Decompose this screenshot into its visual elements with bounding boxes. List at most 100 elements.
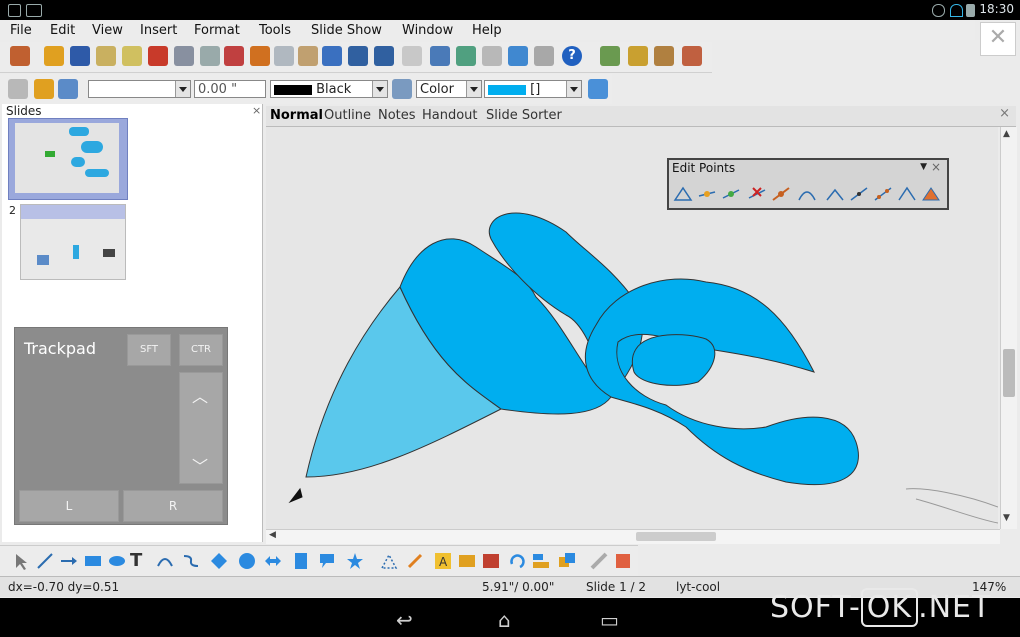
convert-to-curve-icon[interactable] <box>797 184 817 204</box>
insert-points-icon[interactable] <box>721 184 741 204</box>
symbol-shapes-icon[interactable] <box>238 552 256 570</box>
menu-tools[interactable]: Tools <box>259 23 291 38</box>
chart-icon[interactable] <box>430 46 450 66</box>
toggle-3d-icon[interactable] <box>614 552 632 570</box>
delete-points-icon[interactable] <box>747 184 767 204</box>
new-document-icon[interactable] <box>10 46 30 66</box>
freeform-blue-shape[interactable] <box>631 334 716 386</box>
menu-edit[interactable]: Edit <box>50 23 75 38</box>
connector-tool-icon[interactable] <box>182 552 200 570</box>
undo-icon[interactable] <box>348 46 368 66</box>
scrollbar-thumb[interactable] <box>1003 349 1015 397</box>
tab-handout[interactable]: Handout <box>420 108 480 123</box>
callouts-icon[interactable] <box>318 552 336 570</box>
ellipse-tool-icon[interactable] <box>108 552 126 570</box>
arrow-style-icon[interactable] <box>58 79 78 99</box>
styles-icon[interactable] <box>8 79 28 99</box>
email-icon[interactable] <box>96 46 116 66</box>
ctrl-button[interactable]: CTR <box>179 334 223 366</box>
select-arrow-icon[interactable] <box>12 552 30 570</box>
close-pane-icon[interactable]: × <box>252 104 261 117</box>
alignment-icon[interactable] <box>532 552 550 570</box>
close-view-icon[interactable]: × <box>999 106 1010 121</box>
autospellcheck-icon[interactable] <box>224 46 244 66</box>
chevron-down-icon[interactable]: ﹀ <box>192 453 208 477</box>
scroll-up-icon[interactable]: ▲ <box>1003 129 1015 141</box>
line-color-select[interactable]: Black <box>270 80 388 98</box>
area-style-select[interactable]: Color <box>416 80 482 98</box>
gallery-icon[interactable] <box>482 552 500 570</box>
back-icon[interactable]: ↩ <box>396 608 413 632</box>
menu-window[interactable]: Window <box>402 23 453 38</box>
corner-point-icon[interactable] <box>825 184 845 204</box>
menu-format[interactable]: Format <box>194 23 240 38</box>
line-tool-icon[interactable] <box>36 552 54 570</box>
menu-slide-show[interactable]: Slide Show <box>311 23 382 38</box>
table-icon[interactable] <box>402 46 422 66</box>
shift-button[interactable]: SFT <box>127 334 171 366</box>
text-tool-icon[interactable]: T <box>130 552 148 570</box>
chevron-up-icon[interactable]: ︿ <box>192 383 208 407</box>
flowchart-icon[interactable] <box>292 552 310 570</box>
from-file-icon[interactable] <box>458 552 476 570</box>
edit-file-icon[interactable] <box>122 46 142 66</box>
left-click-button[interactable]: L <box>19 490 119 522</box>
rotate-icon[interactable] <box>508 552 526 570</box>
area-icon[interactable] <box>392 79 412 99</box>
right-click-button[interactable]: R <box>123 490 223 522</box>
slide-show-icon[interactable] <box>682 46 702 66</box>
rectangle-tool-icon[interactable] <box>84 552 102 570</box>
split-curve-icon[interactable] <box>771 184 791 204</box>
line-style-select[interactable] <box>88 80 191 98</box>
freeform-blue-shape[interactable] <box>584 278 859 486</box>
navigator-icon[interactable] <box>508 46 528 66</box>
menu-view[interactable]: View <box>92 23 123 38</box>
print-icon[interactable] <box>174 46 194 66</box>
vertical-scrollbar[interactable]: ▲ ▼ <box>1000 127 1017 529</box>
points-toggle-icon[interactable] <box>380 552 398 570</box>
recent-apps-icon[interactable]: ▭ <box>600 608 619 632</box>
gallery-icon[interactable] <box>456 46 476 66</box>
clone-formatting-icon[interactable] <box>322 46 342 66</box>
line-width-field[interactable]: 0.00 " <box>194 80 266 98</box>
tab-notes[interactable]: Notes <box>376 108 418 123</box>
move-points-icon[interactable] <box>697 184 717 204</box>
scroll-left-icon[interactable]: ◀ <box>269 530 276 540</box>
slide-layout-icon[interactable] <box>628 46 648 66</box>
close-icon[interactable]: × <box>931 160 941 174</box>
line-arrow-tool-icon[interactable] <box>60 552 78 570</box>
cut-icon[interactable] <box>250 46 270 66</box>
new-slide-icon[interactable] <box>600 46 620 66</box>
scroll-bar[interactable]: ︿ ﹀ <box>179 372 223 484</box>
shadow-icon[interactable] <box>588 79 608 99</box>
scroll-down-icon[interactable]: ▼ <box>1003 513 1015 525</box>
paste-icon[interactable] <box>298 46 318 66</box>
open-folder-icon[interactable] <box>44 46 64 66</box>
spellcheck-icon[interactable] <box>200 46 220 66</box>
help-icon[interactable]: ? <box>562 46 582 66</box>
points-icon[interactable] <box>673 184 693 204</box>
block-arrows-icon[interactable] <box>264 552 282 570</box>
scrollbar-thumb[interactable] <box>636 532 716 541</box>
trackpad-overlay[interactable]: Trackpad SFT CTR ︿ ﹀ L R <box>14 327 228 525</box>
save-icon[interactable] <box>70 46 90 66</box>
slide-thumbnail[interactable] <box>8 118 128 200</box>
curve-tool-icon[interactable] <box>156 552 174 570</box>
stars-icon[interactable] <box>346 552 364 570</box>
symmetric-transition-icon[interactable] <box>873 184 893 204</box>
redo-icon[interactable] <box>374 46 394 66</box>
basic-shapes-icon[interactable] <box>210 552 228 570</box>
close-bezier-icon[interactable] <box>897 184 917 204</box>
line-icon[interactable] <box>34 79 54 99</box>
area-color-select[interactable]: [] <box>484 80 582 98</box>
menu-help[interactable]: Help <box>472 23 502 38</box>
extrusion-icon[interactable] <box>590 552 608 570</box>
eliminate-points-icon[interactable] <box>921 184 941 204</box>
close-document-icon[interactable]: ✕ <box>980 22 1016 56</box>
export-pdf-icon[interactable] <box>148 46 168 66</box>
arrange-icon[interactable] <box>558 552 576 570</box>
slide-design-icon[interactable] <box>654 46 674 66</box>
fontwork-icon[interactable]: A <box>434 552 452 570</box>
home-icon[interactable]: ⌂ <box>498 608 511 632</box>
tab-normal[interactable]: Normal <box>268 108 325 123</box>
